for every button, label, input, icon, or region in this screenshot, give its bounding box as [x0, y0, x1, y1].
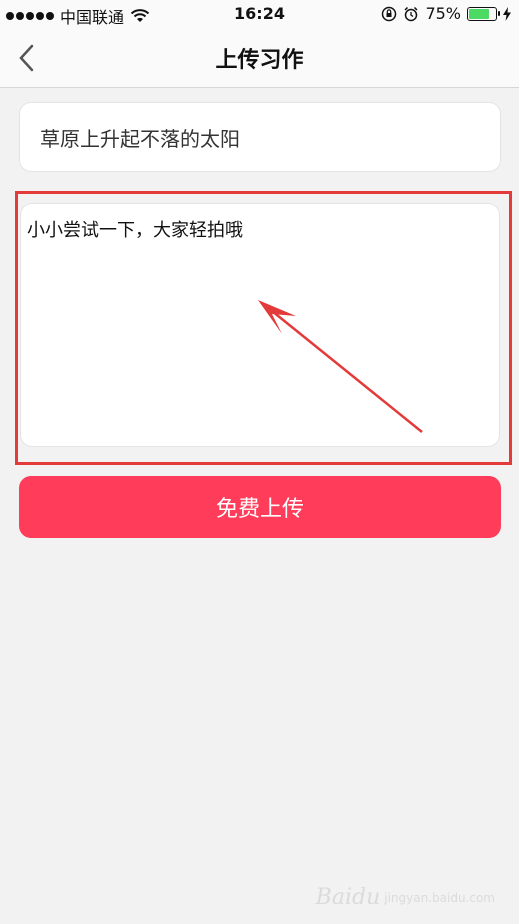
title-input[interactable]: 草原上升起不落的太阳 [19, 102, 501, 172]
watermark-brand: Baidu [315, 885, 381, 910]
watermark-sub: jingyan.baidu.com [384, 890, 495, 905]
battery-level-fill [469, 8, 489, 19]
charging-bolt-icon [503, 6, 511, 21]
battery-percent: 75% [425, 4, 461, 23]
nav-bar: 上传习作 [0, 28, 519, 88]
baidu-watermark: Baidu jingyan.baidu.com [316, 885, 495, 910]
battery-icon [467, 6, 500, 21]
status-bar: 中国联通 16:24 75% [0, 0, 519, 28]
upload-page: 中国联通 16:24 75% 上传习作 草原上升起不落的太阳 小小尝试一下，大家… [0, 0, 519, 924]
free-upload-button[interactable]: 免费上传 [19, 476, 501, 538]
alarm-icon [404, 6, 418, 21]
page-title: 上传习作 [215, 48, 304, 73]
orientation-lock-icon [382, 6, 397, 21]
status-right: 75% [381, 4, 511, 23]
content-textarea[interactable]: 小小尝试一下，大家轻拍哦 [20, 203, 500, 447]
